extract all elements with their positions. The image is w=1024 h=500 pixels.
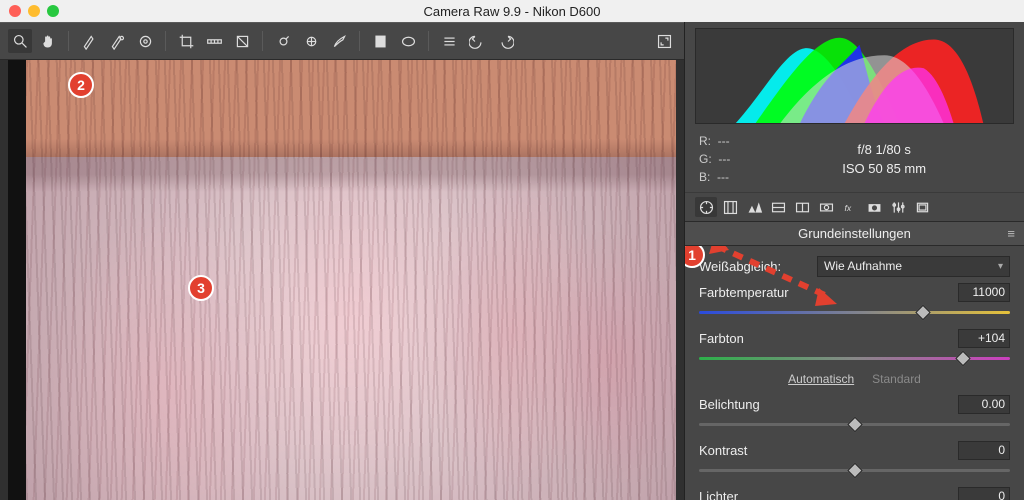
graduated-filter-tool[interactable] <box>368 29 392 53</box>
tint-value[interactable]: +104 <box>958 329 1010 348</box>
exposure-value[interactable]: 0.00 <box>958 395 1010 414</box>
close-window-icon[interactable] <box>9 5 21 17</box>
shot-info: f/8 1/80 s ISO 50 85 mm <box>758 140 1010 179</box>
auto-default-row: Automatisch Standard <box>699 372 1010 386</box>
annotation-badge-2: 2 <box>68 72 94 98</box>
tab-presets[interactable] <box>887 197 909 217</box>
minimize-window-icon[interactable] <box>28 5 40 17</box>
contrast-label: Kontrast <box>699 443 817 458</box>
color-sampler-tool[interactable] <box>105 29 129 53</box>
basic-panel: 1 Weißabgleich: Wie Aufnahme Farbtempera… <box>685 246 1024 500</box>
exposure-row: Belichtung 0.00 <box>699 392 1010 416</box>
annotation-badge-3: 3 <box>188 275 214 301</box>
transform-tool[interactable] <box>230 29 254 53</box>
default-link[interactable]: Standard <box>872 372 921 386</box>
highlights-value[interactable]: 0 <box>958 487 1010 500</box>
traffic-lights <box>9 5 59 17</box>
tab-camera[interactable] <box>863 197 885 217</box>
tab-hsl[interactable] <box>767 197 789 217</box>
contrast-value[interactable]: 0 <box>958 441 1010 460</box>
radial-filter-tool[interactable] <box>396 29 420 53</box>
crop-tool[interactable] <box>174 29 198 53</box>
histogram[interactable] <box>695 28 1014 124</box>
tab-split-toning[interactable] <box>791 197 813 217</box>
temperature-value[interactable]: 11000 <box>958 283 1010 302</box>
side-panel: R: --- G: --- B: --- f/8 1/80 s ISO 50 8… <box>684 22 1024 500</box>
auto-link[interactable]: Automatisch <box>788 372 854 386</box>
tab-snapshots[interactable] <box>911 197 933 217</box>
preferences-button[interactable] <box>437 29 461 53</box>
tint-label: Farbton <box>699 331 817 346</box>
contrast-row: Kontrast 0 <box>699 438 1010 462</box>
maximize-window-icon[interactable] <box>47 5 59 17</box>
titlebar: Camera Raw 9.9 - Nikon D600 <box>0 0 1024 22</box>
histogram-graph <box>696 29 1013 123</box>
metadata-row: R: --- G: --- B: --- f/8 1/80 s ISO 50 8… <box>685 132 1024 192</box>
fullscreen-button[interactable] <box>652 29 676 53</box>
toolbar <box>0 22 684 60</box>
undo-button[interactable] <box>465 29 489 53</box>
tab-detail[interactable] <box>743 197 765 217</box>
preview-pane: 2 3 <box>0 22 684 500</box>
rgb-readout: R: --- G: --- B: --- <box>699 132 730 186</box>
window-title: Camera Raw 9.9 - Nikon D600 <box>423 4 600 19</box>
exposure-slider[interactable] <box>699 418 1010 430</box>
svg-text:fx: fx <box>844 203 851 213</box>
image-preview[interactable]: 2 3 <box>8 60 676 500</box>
hand-tool[interactable] <box>36 29 60 53</box>
panel-title: Grundeinstellungen <box>798 226 911 241</box>
red-eye-tool[interactable] <box>299 29 323 53</box>
tint-row: Farbton +104 <box>699 326 1010 350</box>
tint-slider[interactable] <box>699 352 1010 364</box>
panel-menu-icon[interactable]: ≡ <box>1007 226 1015 241</box>
redo-button[interactable] <box>493 29 517 53</box>
highlights-label: Lichter <box>699 489 817 500</box>
tab-basic[interactable] <box>695 197 717 217</box>
targeted-adjust-tool[interactable] <box>133 29 157 53</box>
zoom-tool[interactable] <box>8 29 32 53</box>
white-balance-tool[interactable] <box>77 29 101 53</box>
tab-effects[interactable]: fx <box>839 197 861 217</box>
tab-tone-curve[interactable] <box>719 197 741 217</box>
straighten-tool[interactable] <box>202 29 226 53</box>
adjustment-brush-tool[interactable] <box>327 29 351 53</box>
workspace: 2 3 R: --- G: --- B: --- f/8 1/80 s <box>0 22 1024 500</box>
photo-canvas <box>26 60 676 500</box>
annotation-arrow <box>697 246 857 316</box>
panel-header: Grundeinstellungen ≡ <box>685 222 1024 246</box>
highlights-row: Lichter 0 <box>699 484 1010 500</box>
spot-removal-tool[interactable] <box>271 29 295 53</box>
contrast-slider[interactable] <box>699 464 1010 476</box>
tab-lens[interactable] <box>815 197 837 217</box>
panel-tabbar: fx <box>685 192 1024 222</box>
exposure-label: Belichtung <box>699 397 817 412</box>
